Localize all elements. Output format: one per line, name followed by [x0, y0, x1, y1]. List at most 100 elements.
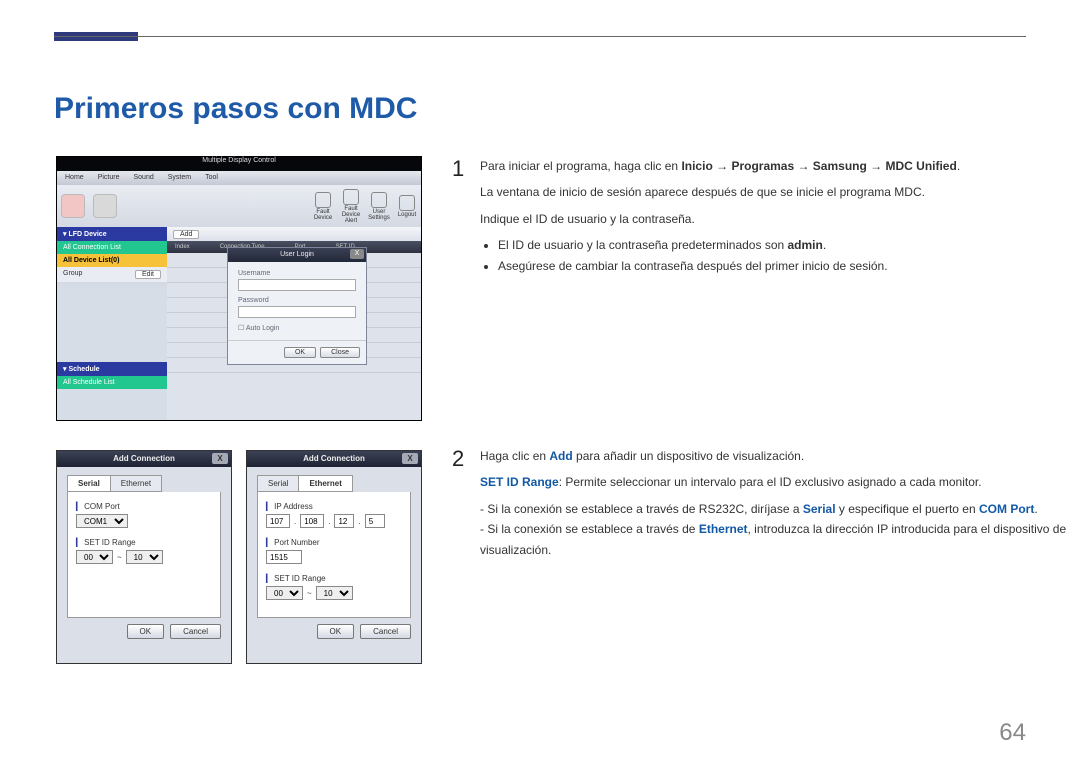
s2-lead-b: Add	[549, 449, 572, 463]
username-input[interactable]	[238, 279, 356, 291]
page-number: 64	[999, 719, 1026, 747]
user-settings-label: User Settings	[368, 209, 390, 221]
sidebar-all-schedule-list[interactable]: All Schedule List	[57, 376, 167, 389]
auto-login-checkbox[interactable]: ☐ Auto Login	[238, 325, 279, 332]
ip-2[interactable]	[300, 514, 324, 528]
s2-d2a: Si la conexión se establece a través de	[487, 522, 698, 536]
setid-to-select2[interactable]: 10	[316, 586, 353, 600]
menu-home[interactable]: Home	[65, 171, 84, 185]
header-rule	[54, 36, 1026, 37]
ac-ok-button[interactable]: OK	[127, 624, 165, 639]
power-on-icon[interactable]	[61, 194, 85, 218]
sidebar-schedule[interactable]: ▾ Schedule	[57, 362, 167, 376]
step-2-number: 2	[452, 446, 472, 560]
fault-alert-icon[interactable]: Fault Device Alert	[337, 189, 365, 224]
mdc-app-screenshot: Multiple Display Control Home Picture So…	[56, 156, 422, 421]
sidebar-all-device-list[interactable]: All Device List(0)	[57, 254, 167, 267]
password-input[interactable]	[238, 306, 356, 318]
logout-label: Logout	[398, 212, 416, 218]
mdc-sidebar: ▾ LFD Device All Connection List All Dev…	[57, 227, 167, 420]
s1-lead-c: .	[957, 159, 960, 173]
step-1-body: Para iniciar el programa, haga clic en I…	[480, 156, 960, 276]
logout-icon[interactable]: Logout	[393, 195, 421, 218]
login-ok-button[interactable]: OK	[284, 347, 316, 358]
s1-b1b: admin	[788, 238, 823, 252]
setid-sep: ~	[117, 553, 122, 562]
tab-serial[interactable]: Serial	[67, 475, 110, 492]
tab-ethernet[interactable]: Ethernet	[110, 475, 162, 492]
s2-lead-c: para añadir un dispositivo de visualizac…	[573, 449, 804, 463]
username-label: Username	[238, 270, 356, 277]
ip-4[interactable]	[365, 514, 385, 528]
hdr-index: Index	[175, 244, 190, 250]
ac-title-text: Add Connection	[303, 454, 365, 463]
setid-label: SET ID Range	[76, 538, 212, 547]
sidebar-group: Group Edit	[57, 267, 167, 282]
menu-picture[interactable]: Picture	[98, 171, 120, 185]
s2-lead-a: Haga clic en	[480, 449, 549, 463]
s1-p3: Indique el ID de usuario y la contraseña…	[480, 209, 960, 229]
user-settings-icon[interactable]: User Settings	[365, 192, 393, 221]
page-title: Primeros pasos con MDC	[54, 92, 417, 126]
close-icon[interactable]: X	[212, 453, 228, 464]
ac-tabs: Serial Ethernet	[67, 475, 231, 492]
add-connection-ethernet: Add Connection X Serial Ethernet IP Addr…	[246, 450, 422, 664]
setid-from-select2[interactable]: 00	[266, 586, 303, 600]
tab-ethernet[interactable]: Ethernet	[298, 475, 352, 492]
s1-bullet-2: Asegúrese de cambiar la contraseña despu…	[498, 256, 960, 276]
close-icon[interactable]: X	[402, 453, 418, 464]
auto-login-label: Auto Login	[246, 325, 279, 332]
ac-title: Add Connection X	[57, 451, 231, 467]
ac-pane-ethernet: IP Address . . . Port Number SET ID Rang…	[257, 492, 411, 618]
sidebar-group-label: Group	[63, 270, 82, 279]
s2-d1e: .	[1034, 502, 1037, 516]
s1-bullet-1: El ID de usuario y la contraseña predete…	[498, 235, 960, 255]
port-input[interactable]	[266, 550, 302, 564]
step-2-body: Haga clic en Add para añadir un disposit…	[480, 446, 1070, 560]
close-icon[interactable]: X	[350, 249, 364, 259]
comport-select[interactable]: COM1	[76, 514, 128, 528]
add-button[interactable]: Add	[173, 230, 199, 239]
sidebar-edit-button[interactable]: Edit	[135, 270, 161, 279]
ip-1[interactable]	[266, 514, 290, 528]
step-1: 1 Para iniciar el programa, haga clic en…	[452, 156, 960, 276]
ac-title-text: Add Connection	[113, 454, 175, 463]
menu-sound[interactable]: Sound	[133, 171, 153, 185]
power-off-icon[interactable]	[93, 194, 117, 218]
mdc-titlebar: Multiple Display Control	[57, 157, 421, 171]
menu-system[interactable]: System	[168, 171, 191, 185]
setid-to-select[interactable]: 10	[126, 550, 163, 564]
s1-lead-a: Para iniciar el programa, haga clic en	[480, 159, 681, 173]
ac-ok-button2[interactable]: OK	[317, 624, 355, 639]
menu-tool[interactable]: Tool	[205, 171, 218, 185]
ip-3[interactable]	[334, 514, 354, 528]
add-connection-screenshots: Add Connection X Serial Ethernet COM Por…	[56, 450, 422, 664]
ac-cancel-button2[interactable]: Cancel	[360, 624, 411, 639]
tab-serial[interactable]: Serial	[257, 475, 298, 492]
fault-device-icon[interactable]: Fault Device	[309, 192, 337, 221]
s2-p2b: : Permite seleccionar un intervalo para …	[559, 475, 982, 489]
s2-d2b: Ethernet	[699, 522, 748, 536]
s1-b1a: El ID de usuario y la contraseña predete…	[498, 238, 788, 252]
setid-from-select[interactable]: 00	[76, 550, 113, 564]
ac-pane-serial: COM Port COM1 SET ID Range 00 ~ 10	[67, 492, 221, 618]
s2-p2a: SET ID Range	[480, 475, 559, 489]
s1-b1c: .	[823, 238, 826, 252]
step-2: 2 Haga clic en Add para añadir un dispos…	[452, 446, 1070, 560]
sidebar-lfd-device[interactable]: ▾ LFD Device	[57, 227, 167, 241]
sidebar-all-connection-list[interactable]: All Connection List	[57, 241, 167, 254]
comport-label: COM Port	[76, 502, 212, 511]
fault-alert-label: Fault Device Alert	[342, 206, 360, 224]
mdc-menubar: Home Picture Sound System Tool	[57, 171, 421, 185]
fault-device-label: Fault Device	[314, 209, 332, 221]
mdc-toolbar2: Add	[167, 227, 421, 241]
ac-title: Add Connection X	[247, 451, 421, 467]
login-close-button[interactable]: Close	[320, 347, 360, 358]
ac-tabs: Serial Ethernet	[257, 475, 421, 492]
login-title-text: User Login	[280, 251, 314, 258]
s2-dash-2: Si la conexión se establece a través de …	[480, 519, 1070, 560]
ac-cancel-button[interactable]: Cancel	[170, 624, 221, 639]
s2-dash-1: Si la conexión se establece a través de …	[480, 499, 1070, 519]
s1-p2: La ventana de inicio de sesión aparece d…	[480, 182, 960, 202]
setid-label2: SET ID Range	[266, 574, 402, 583]
